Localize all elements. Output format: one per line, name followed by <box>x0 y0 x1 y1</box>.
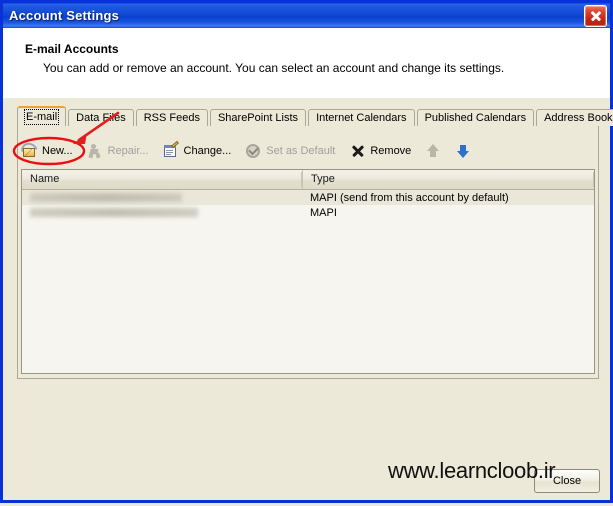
tab-rss-feeds-label: RSS Feeds <box>143 112 200 124</box>
page-title: E-mail Accounts <box>25 42 119 56</box>
redacted-account-name <box>30 208 198 218</box>
tab-address-books[interactable]: Address Books <box>536 109 613 126</box>
move-down-icon[interactable] <box>455 142 471 160</box>
cell-account-type: MAPI (send from this account by default) <box>310 191 509 204</box>
remove-button[interactable]: Remove <box>349 140 411 162</box>
new-button[interactable]: New... <box>18 139 73 162</box>
header-panel: E-mail Accounts You can add or remove an… <box>3 28 610 98</box>
accounts-listview[interactable]: Name Type MAPI (send from this account b… <box>21 169 595 374</box>
tab-rss-feeds[interactable]: RSS Feeds <box>135 109 208 126</box>
change-button-label: Change... <box>183 145 232 157</box>
window-close-icon[interactable] <box>584 4 607 27</box>
tab-sharepoint-lists[interactable]: SharePoint Lists <box>209 109 307 126</box>
tab-data-files[interactable]: Data Files <box>68 109 134 126</box>
table-row[interactable]: MAPI (send from this account by default) <box>22 190 594 205</box>
remove-button-label: Remove <box>370 145 412 157</box>
tab-email-label: E-mail <box>23 109 60 125</box>
repair-button-label: Repair... <box>107 145 149 157</box>
set-default-icon <box>245 143 262 159</box>
tab-internet-calendars-label: Internet Calendars <box>316 112 407 124</box>
repair-button: Repair... <box>87 140 149 162</box>
column-header-name[interactable]: Name <box>22 170 302 189</box>
tab-published-calendars[interactable]: Published Calendars <box>416 109 535 126</box>
remove-icon <box>349 143 366 159</box>
tab-email[interactable]: E-mail <box>17 106 67 126</box>
window-title: Account Settings <box>9 8 120 23</box>
tab-address-books-label: Address Books <box>544 112 613 124</box>
cell-account-type: MAPI <box>310 206 337 219</box>
table-row[interactable]: MAPI <box>22 205 594 220</box>
move-up-icon <box>425 142 441 160</box>
close-button[interactable]: Close <box>534 469 600 493</box>
tabstrip: E-mail Data Files RSS Feeds SharePoint L… <box>17 106 613 126</box>
tab-internet-calendars[interactable]: Internet Calendars <box>308 109 415 126</box>
window-titlebar: Account Settings <box>3 3 610 28</box>
page-description: You can add or remove an account. You ca… <box>43 61 505 75</box>
new-account-icon <box>18 139 41 162</box>
listview-header: Name Type <box>22 170 594 190</box>
change-button[interactable]: Change... <box>163 140 232 162</box>
set-as-default-button: Set as Default <box>245 140 335 162</box>
accounts-toolbar: New... Repair... Change... Set as Defaul… <box>18 139 485 163</box>
cell-account-name <box>22 207 302 219</box>
tab-published-calendars-label: Published Calendars <box>424 112 527 124</box>
tab-data-files-label: Data Files <box>76 112 126 124</box>
redacted-account-name <box>30 193 182 203</box>
new-button-label: New... <box>42 145 73 157</box>
tab-sharepoint-lists-label: SharePoint Lists <box>217 112 299 124</box>
column-header-type[interactable]: Type <box>302 170 594 189</box>
set-as-default-label: Set as Default <box>266 145 336 157</box>
account-settings-window: Account Settings E-mail Accounts You can… <box>0 0 613 503</box>
cell-account-name <box>22 192 302 204</box>
repair-icon <box>87 143 104 159</box>
dialog-footer <box>3 379 610 500</box>
change-icon <box>163 140 180 159</box>
